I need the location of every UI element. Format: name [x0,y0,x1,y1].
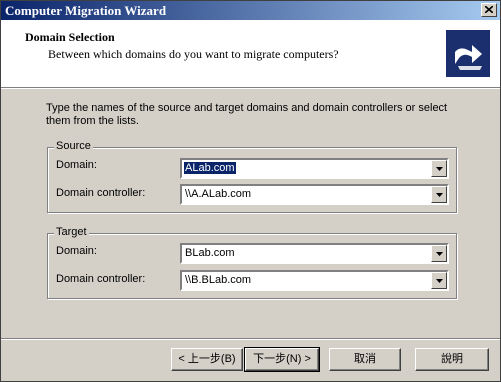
source-dc-combobox[interactable]: \\A.ALab.com [180,184,449,205]
target-dc-value[interactable]: \\B.BLab.com [185,274,251,286]
target-group: Target Domain: BLab.com Domain controlle… [47,226,457,299]
source-dc-label: Domain controller: [56,187,146,199]
target-dc-combobox[interactable]: \\B.BLab.com [180,270,449,291]
footer-separator [1,338,500,340]
target-legend: Target [54,226,89,238]
close-button[interactable] [481,3,497,17]
close-icon [485,6,493,13]
back-button[interactable]: < 上一步(B) [171,348,243,371]
help-button[interactable]: 說明 [415,348,489,371]
header-separator [1,87,500,89]
source-domain-combobox[interactable]: ALab.com [180,158,449,179]
source-dc-value[interactable]: \\A.ALab.com [185,188,251,200]
source-group: Source Domain: ALab.com Domain controlle… [47,140,457,213]
source-dc-dropdown-button[interactable] [431,186,447,203]
target-domain-combobox[interactable]: BLab.com [180,243,449,264]
source-domain-dropdown-button[interactable] [431,160,447,177]
page-subtitle: Between which domains do you want to mig… [48,47,339,61]
instructions-text: Type the names of the source and target … [46,102,448,127]
chevron-down-icon [436,193,443,197]
wizard-arrow-icon [446,30,490,77]
wizard-window: Computer Migration Wizard Domain Selecti… [0,0,501,382]
target-domain-dropdown-button[interactable] [431,245,447,262]
chevron-down-icon [436,279,443,283]
chevron-down-icon [436,167,443,171]
cancel-button[interactable]: 取消 [329,348,401,371]
source-domain-value[interactable]: ALab.com [183,161,237,175]
target-domain-label: Domain: [56,245,97,257]
wizard-header: Domain Selection Between which domains d… [1,20,500,87]
source-domain-label: Domain: [56,159,97,171]
target-dc-label: Domain controller: [56,273,146,285]
title-bar[interactable]: Computer Migration Wizard [1,1,500,20]
page-title: Domain Selection [25,30,115,44]
target-domain-value[interactable]: BLab.com [185,247,235,259]
target-dc-dropdown-button[interactable] [431,272,447,289]
window-title: Computer Migration Wizard [5,3,167,18]
source-legend: Source [54,140,93,152]
chevron-down-icon [436,252,443,256]
next-button[interactable]: 下一步(N) > [244,347,320,372]
